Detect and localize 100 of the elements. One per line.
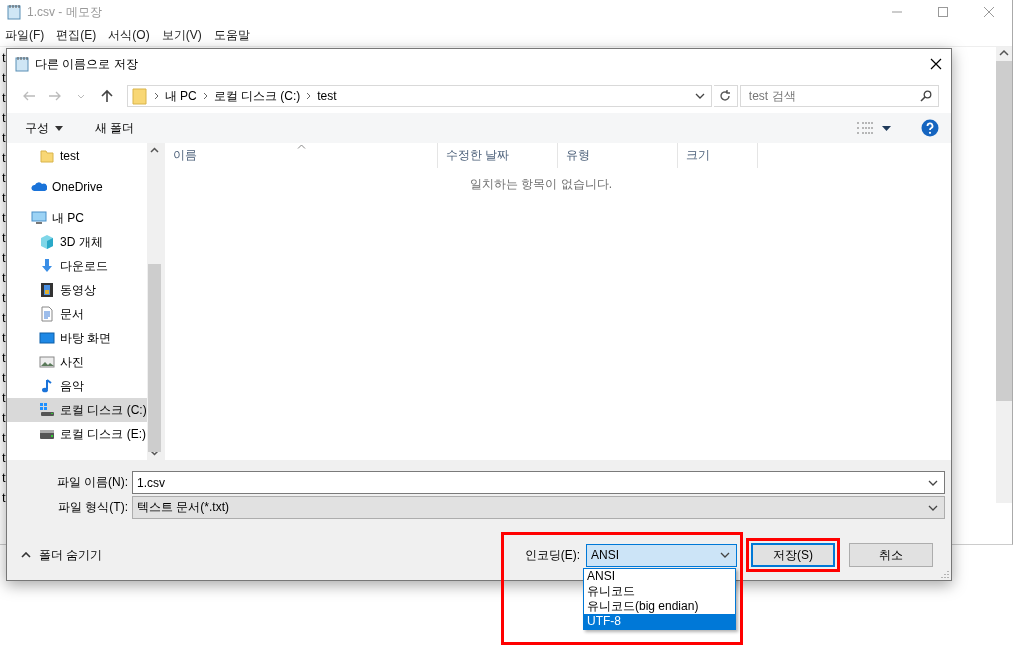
scroll-down-icon[interactable]: [150, 450, 159, 456]
column-header[interactable]: 유형: [558, 143, 678, 168]
chevron-down-icon: [76, 93, 85, 99]
text-line: t: [1, 230, 6, 245]
text-line: t: [1, 470, 6, 485]
scrollbar[interactable]: [996, 47, 1012, 503]
encoding-option[interactable]: UTF-8: [584, 614, 735, 629]
text-line: t: [1, 310, 6, 325]
close-icon: [930, 58, 942, 70]
window-title: 1.csv - 메모장: [27, 3, 102, 21]
monitor-icon: [39, 330, 55, 346]
chevron-up-icon: [21, 552, 31, 558]
scrollbar[interactable]: [147, 143, 162, 460]
text-line: t: [1, 350, 6, 365]
help-icon[interactable]: [921, 119, 939, 137]
menu-item[interactable]: 보기(V): [161, 26, 202, 44]
menu-item[interactable]: 도움말: [213, 26, 250, 44]
text-line: t: [1, 390, 6, 405]
field-label: 파일 형식(T):: [57, 499, 128, 516]
caret-down-icon: [55, 125, 63, 131]
text-line: t: [1, 50, 6, 65]
chevron-right-icon: [202, 92, 208, 100]
text-line: t: [1, 490, 6, 505]
encoding-option[interactable]: 유니코드(big endian): [584, 599, 735, 614]
view-options-icon[interactable]: [856, 121, 874, 135]
text-line: t: [1, 210, 6, 225]
dialog-button[interactable]: 취소: [849, 543, 933, 567]
nav-item[interactable]: 동영상: [7, 278, 147, 302]
encoding-option[interactable]: 유니코드: [584, 584, 735, 599]
resize-grip-icon[interactable]: [941, 570, 949, 578]
nav-item[interactable]: 음악: [7, 374, 147, 398]
address-bar[interactable]: 내 PC 로컬 디스크 (C:) test: [126, 85, 712, 107]
nav-item[interactable]: OneDrive: [7, 175, 147, 199]
text-line: t: [1, 190, 6, 205]
breadcrumb-item[interactable]: 내 PC: [164, 87, 197, 105]
scroll-up-icon[interactable]: [150, 147, 159, 153]
text-line: t: [1, 90, 6, 105]
empty-message: 일치하는 항목이 없습니다.: [470, 176, 612, 193]
cube-icon: [39, 234, 55, 250]
chevron-down-icon: [720, 552, 730, 558]
notepad-icon: [15, 56, 29, 72]
toolbar-button[interactable]: 새 폴더: [89, 117, 141, 139]
text-line: t: [1, 270, 6, 285]
text-line: t: [1, 150, 6, 165]
text-line: t: [1, 330, 6, 345]
column-header[interactable]: 이름: [165, 143, 438, 168]
right-arrow-icon: [47, 91, 62, 101]
text-line: t: [1, 110, 6, 125]
hide-folders-button[interactable]: 폴더 숨기기: [21, 546, 103, 564]
search-box[interactable]: test 검색: [739, 85, 939, 107]
up-arrow-icon: [100, 89, 113, 103]
text-line: t: [1, 430, 6, 445]
folder-icon: [39, 148, 55, 164]
chevron-right-icon: [306, 92, 312, 100]
film-icon: [39, 282, 55, 298]
encoding-label: 인코딩(E):: [524, 546, 580, 564]
caret-down-icon[interactable]: [882, 125, 891, 131]
dialog-title: 다른 이름으로 저장: [35, 55, 138, 73]
nav-item[interactable]: 로컬 디스크 (C:): [7, 398, 147, 422]
refresh-button[interactable]: [713, 85, 738, 107]
column-header[interactable]: 크기: [678, 143, 758, 168]
nav-item[interactable]: 문서: [7, 302, 147, 326]
text-line: t: [1, 450, 6, 465]
encoding-dropdown[interactable]: ANSI: [586, 543, 737, 567]
breadcrumb-item[interactable]: test: [317, 89, 337, 103]
nav-item[interactable]: test: [7, 144, 147, 168]
nav-item[interactable]: 사진: [7, 350, 147, 374]
notepad-icon: [7, 4, 21, 20]
search-field[interactable]: test 검색: [748, 86, 920, 106]
breadcrumb-item[interactable]: 로컬 디스크 (C:): [213, 87, 301, 105]
nav-item[interactable]: 다운로드: [7, 254, 147, 278]
menu-item[interactable]: 편집(E): [56, 26, 97, 44]
nav-item[interactable]: 로컬 디스크 (E:): [7, 422, 147, 446]
search-icon: [920, 90, 932, 102]
text-line: t: [1, 170, 6, 185]
left-arrow-icon: [21, 91, 36, 101]
sort-caret-icon: [297, 144, 306, 149]
nav-item[interactable]: 내 PC: [7, 206, 147, 230]
column-header[interactable]: 수정한 날짜: [438, 143, 558, 168]
drive-icon: [39, 402, 55, 418]
encoding-option[interactable]: ANSI: [584, 569, 735, 584]
chevron-down-icon: [694, 93, 705, 99]
text-line: t: [1, 70, 6, 85]
toolbar-button[interactable]: 구성: [19, 117, 69, 139]
field-label: 파일 이름(N):: [55, 474, 128, 491]
dialog-button[interactable]: 저장(S): [751, 543, 835, 567]
menu-item[interactable]: 파일(F): [5, 26, 45, 44]
text-line: t: [1, 290, 6, 305]
image-icon: [39, 354, 55, 370]
file-type-dropdown[interactable]: 텍스트 문서(*.txt): [132, 496, 945, 519]
chevron-down-icon: [928, 504, 938, 511]
nav-item[interactable]: 3D 개체: [7, 230, 147, 254]
folder-icon: [131, 87, 148, 105]
nav-item[interactable]: 바탕 화면: [7, 326, 147, 350]
menu-item[interactable]: 서식(O): [108, 26, 150, 44]
text-line: t: [1, 370, 6, 385]
document-icon: [39, 306, 55, 322]
text-line: t: [1, 130, 6, 145]
refresh-icon: [719, 90, 732, 102]
chevron-down-icon: [928, 479, 938, 486]
